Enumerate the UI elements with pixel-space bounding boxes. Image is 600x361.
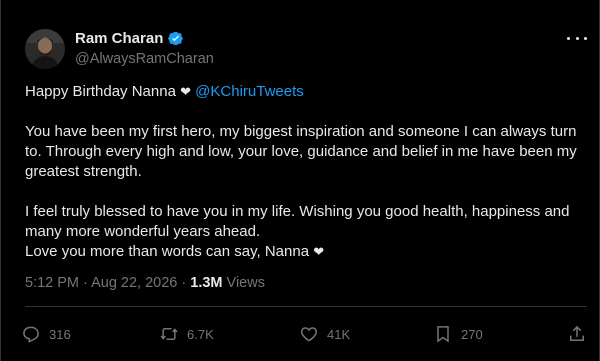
more-options-button[interactable] <box>567 30 587 46</box>
tweet-closing-line: Love you more than words can say, Nanna … <box>25 242 591 262</box>
reply-icon <box>23 326 39 343</box>
share-icon <box>570 325 584 341</box>
views-label: Views <box>222 275 265 291</box>
heart-emoji: ❤ <box>180 84 191 99</box>
tweet-date[interactable]: Aug 22, 2026 <box>91 275 177 291</box>
views-count: 1.3M <box>190 275 223 291</box>
share-button[interactable] <box>567 324 587 344</box>
repost-icon <box>160 328 178 340</box>
tweet-card: Ram Charan @AlwaysRamCharan Happy Birthd… <box>0 0 600 361</box>
action-bar: 316 6.7K 41K 270 <box>21 324 589 348</box>
mention-link[interactable]: @KChiruTweets <box>195 83 304 100</box>
profile-photo-icon <box>25 29 65 69</box>
divider <box>25 306 587 307</box>
repost-count: 6.7K <box>187 326 214 342</box>
bookmark-button[interactable]: 270 <box>433 324 483 344</box>
dot-icon <box>575 36 579 40</box>
tweet-line-1: Happy Birthday Nanna ❤ @KChiruTweets <box>25 82 591 102</box>
dot-icon <box>567 36 570 40</box>
heart-icon <box>300 327 318 342</box>
meta-separator: · <box>177 275 191 291</box>
avatar[interactable] <box>25 29 65 69</box>
heart-emoji: ❤ <box>313 244 325 259</box>
closing-text: Love you more than words can say, Nanna <box>25 243 314 260</box>
tweet-paragraph-1: You have been my first hero, my biggest … <box>25 123 577 180</box>
repost-button[interactable]: 6.7K <box>159 324 214 344</box>
author-handle[interactable]: @AlwaysRamCharan <box>75 51 214 67</box>
reply-count: 316 <box>49 326 71 342</box>
tweet-meta: 5:12 PM · Aug 22, 2026 · 1.3M Views <box>25 275 265 291</box>
verified-badge-icon <box>168 32 184 45</box>
like-button[interactable]: 41K <box>299 324 350 344</box>
tweet-text: Happy Birthday Nanna ❤ @KChiruTweets You… <box>25 82 591 262</box>
dot-icon <box>584 36 587 40</box>
bookmark-icon <box>437 326 449 343</box>
reply-button[interactable]: 316 <box>21 324 71 344</box>
bookmark-count: 270 <box>461 326 483 342</box>
tweet-time[interactable]: 5:12 PM <box>25 275 79 291</box>
meta-separator: · <box>79 275 92 291</box>
greeting-text: Happy Birthday Nanna <box>25 83 181 100</box>
author-name-row[interactable]: Ram Charan <box>75 30 184 47</box>
tweet-paragraph-2: I feel truly blessed to have you in my l… <box>25 203 570 240</box>
like-count: 41K <box>327 326 351 342</box>
author-name[interactable]: Ram Charan <box>75 30 163 47</box>
